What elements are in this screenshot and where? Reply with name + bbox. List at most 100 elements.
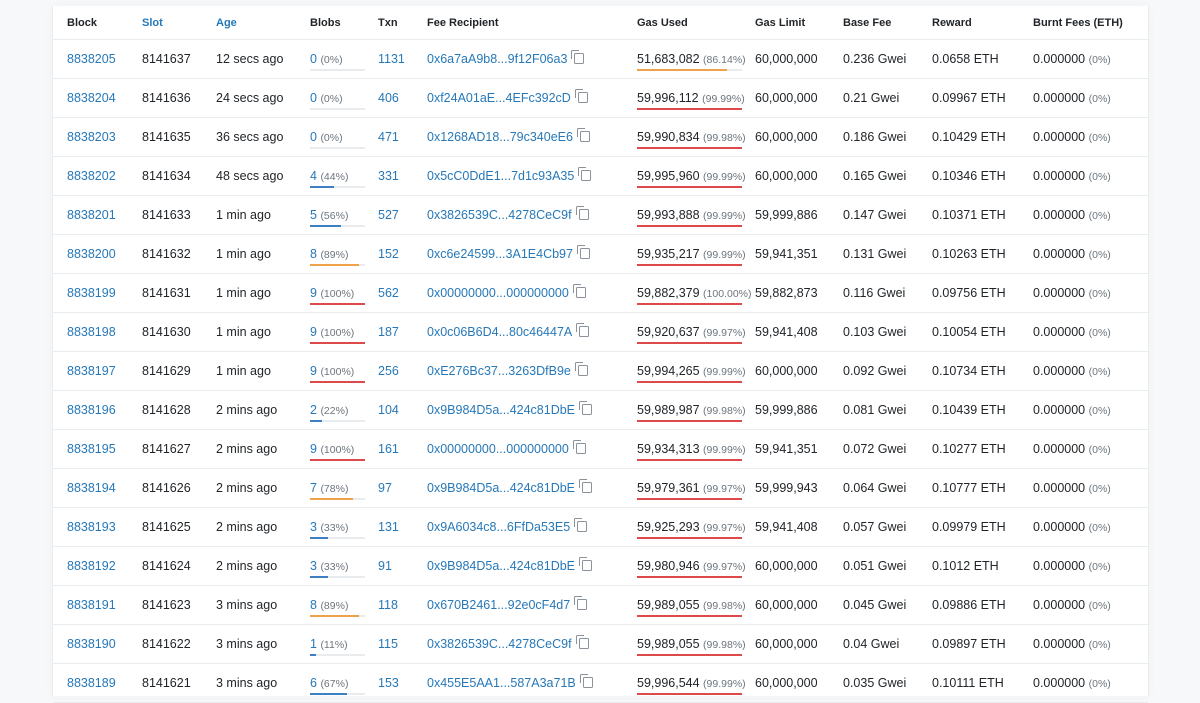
block-age: 2 mins ago [202, 468, 296, 508]
gas-used-cell: 59,920,637 (99.97%) [623, 312, 746, 352]
fee-recipient-address-link[interactable]: 0x3826539C...4278CeC9f [427, 208, 572, 222]
copy-icon[interactable] [574, 362, 588, 376]
blobs-count[interactable]: 3 [310, 520, 317, 534]
fee-recipient-address-link[interactable]: 0x0c06B6D4...80c46447A [427, 325, 572, 339]
copy-icon[interactable] [579, 479, 593, 493]
block-number-link[interactable]: 8838200 [53, 234, 128, 274]
block-number-link[interactable]: 8838191 [53, 585, 128, 625]
gas-used-percent: (99.97%) [703, 522, 746, 534]
fee-recipient-address-link[interactable]: 0x6a7aA9b8...9f12F06a3 [427, 52, 567, 66]
blobs-count[interactable]: 8 [310, 598, 317, 612]
blobs-count[interactable]: 0 [310, 52, 317, 66]
blobs-count[interactable]: 1 [310, 637, 317, 651]
fee-recipient-address-link[interactable]: 0x9A6034c8...6FfDa53E5 [427, 520, 570, 534]
transactions-count-link[interactable]: 187 [364, 312, 413, 352]
blobs-count[interactable]: 9 [310, 364, 317, 378]
fee-recipient-address-link[interactable]: 0x455E5AA1...587A3a71B [427, 676, 576, 690]
table-row: 8838192 8141624 2 mins ago 3 (33%) 91 0x9B984… [53, 546, 1148, 586]
burnt-fees-cell: 0.000000 (0%) [1019, 507, 1148, 547]
transactions-count-link[interactable]: 91 [364, 546, 413, 586]
block-number-link[interactable]: 8838202 [53, 156, 128, 196]
block-number-link[interactable]: 8838198 [53, 312, 128, 352]
block-number-link[interactable]: 8838194 [53, 468, 128, 508]
transactions-count-link[interactable]: 471 [364, 117, 413, 157]
block-number-link[interactable]: 8838197 [53, 351, 128, 391]
fee-recipient-address-link[interactable]: 0x3826539C...4278CeC9f [427, 637, 572, 651]
blobs-count[interactable]: 2 [310, 403, 317, 417]
fee-recipient-address-link[interactable]: 0x9B984D5a...424c81DbE [427, 559, 575, 573]
burnt-fees-percent: (0%) [1088, 93, 1111, 105]
copy-icon[interactable] [579, 674, 593, 688]
transactions-count-link[interactable]: 331 [364, 156, 413, 196]
transactions-count-link[interactable]: 104 [364, 390, 413, 430]
transactions-count-link[interactable]: 562 [364, 273, 413, 313]
blobs-count[interactable]: 6 [310, 676, 317, 690]
slot-number: 8141624 [128, 546, 202, 586]
blobs-count[interactable]: 9 [310, 442, 317, 456]
copy-icon[interactable] [574, 596, 588, 610]
blobs-count[interactable]: 0 [310, 91, 317, 105]
transactions-count-link[interactable]: 118 [364, 585, 413, 625]
fee-recipient-address-link[interactable]: 0x00000000...000000000 [427, 286, 569, 300]
copy-icon[interactable] [579, 557, 593, 571]
copy-icon[interactable] [571, 50, 585, 64]
copy-icon[interactable] [576, 245, 590, 259]
fee-recipient-address-link[interactable]: 0x1268AD18...79c340eE6 [427, 130, 573, 144]
copy-icon[interactable] [576, 128, 590, 142]
blobs-count[interactable]: 3 [310, 559, 317, 573]
transactions-count-link[interactable]: 115 [364, 624, 413, 664]
transactions-count-link[interactable]: 527 [364, 195, 413, 235]
block-number-link[interactable]: 8838193 [53, 507, 128, 547]
fee-recipient-address-link[interactable]: 0x670B2461...92e0cF4d7 [427, 598, 570, 612]
fee-recipient-address-link[interactable]: 0x9B984D5a...424c81DbE [427, 481, 575, 495]
copy-icon[interactable] [572, 284, 586, 298]
block-number-link[interactable]: 8838196 [53, 390, 128, 430]
blobs-count[interactable]: 5 [310, 208, 317, 222]
block-number-link[interactable]: 8838190 [53, 624, 128, 664]
copy-icon[interactable] [578, 167, 592, 181]
copy-icon[interactable] [576, 323, 590, 337]
copy-icon[interactable] [575, 635, 589, 649]
fee-recipient-cell: 0x9A6034c8...6FfDa53E5 [413, 507, 623, 547]
blobs-count[interactable]: 4 [310, 169, 317, 183]
fee-recipient-address-link[interactable]: 0x00000000...000000000 [427, 442, 569, 456]
transactions-count-link[interactable]: 256 [364, 351, 413, 391]
gas-used-cell: 59,995,960 (99.99%) [623, 156, 746, 196]
copy-icon[interactable] [574, 89, 588, 103]
slot-number: 8141623 [128, 585, 202, 625]
column-header-age[interactable]: Age [202, 6, 296, 40]
block-number-link[interactable]: 8838189 [53, 663, 128, 703]
copy-icon[interactable] [579, 401, 593, 415]
block-number-link[interactable]: 8838199 [53, 273, 128, 313]
block-number-link[interactable]: 8838203 [53, 117, 128, 157]
column-header-gas-limit: Gas Limit [741, 6, 829, 40]
fee-recipient-address-link[interactable]: 0xc6e24599...3A1E4Cb97 [427, 247, 573, 261]
copy-icon[interactable] [572, 440, 586, 454]
block-number-link[interactable]: 8838195 [53, 429, 128, 469]
block-number-link[interactable]: 8838192 [53, 546, 128, 586]
gas-limit-value: 60,000,000 [741, 117, 829, 157]
block-number-link[interactable]: 8838201 [53, 195, 128, 235]
transactions-count-link[interactable]: 153 [364, 663, 413, 703]
copy-icon[interactable] [574, 518, 588, 532]
transactions-count-link[interactable]: 131 [364, 507, 413, 547]
blobs-count[interactable]: 8 [310, 247, 317, 261]
transactions-count-link[interactable]: 161 [364, 429, 413, 469]
fee-recipient-address-link[interactable]: 0x5cC0DdE1...7d1c93A35 [427, 169, 574, 183]
block-number-link[interactable]: 8838204 [53, 78, 128, 118]
blobs-count[interactable]: 9 [310, 286, 317, 300]
transactions-count-link[interactable]: 152 [364, 234, 413, 274]
copy-icon[interactable] [575, 206, 589, 220]
burnt-fees-value: 0.000000 [1033, 598, 1086, 612]
column-header-slot[interactable]: Slot [128, 6, 202, 40]
transactions-count-link[interactable]: 1131 [364, 39, 413, 79]
block-number-link[interactable]: 8838205 [53, 39, 128, 79]
blobs-count[interactable]: 0 [310, 130, 317, 144]
fee-recipient-address-link[interactable]: 0xf24A01aE...4EFc392cD [427, 91, 571, 105]
transactions-count-link[interactable]: 97 [364, 468, 413, 508]
blobs-count[interactable]: 9 [310, 325, 317, 339]
blobs-count[interactable]: 7 [310, 481, 317, 495]
fee-recipient-address-link[interactable]: 0xE276Bc37...3263DfB9e [427, 364, 571, 378]
fee-recipient-address-link[interactable]: 0x9B984D5a...424c81DbE [427, 403, 575, 417]
transactions-count-link[interactable]: 406 [364, 78, 413, 118]
